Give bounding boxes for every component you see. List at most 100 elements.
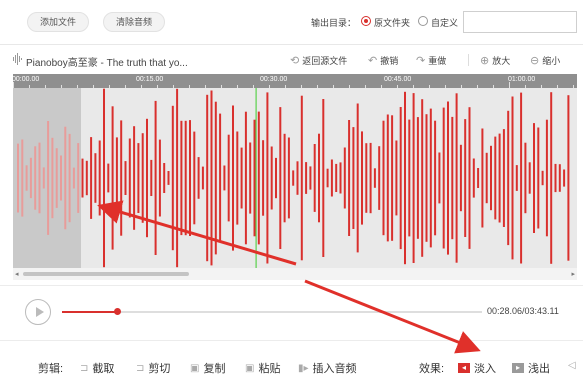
- progress-slider[interactable]: [62, 308, 482, 315]
- waveform-bar: [442, 107, 445, 249]
- waveform-bar: [146, 118, 148, 238]
- waveform-bar: [266, 92, 269, 264]
- edit-label: 剪辑:: [38, 363, 64, 375]
- waveform-bar: [494, 136, 497, 220]
- zoom-in-button[interactable]: ⊕ 放大: [480, 53, 510, 67]
- redo-button[interactable]: ↷ 重做: [416, 53, 446, 67]
- top-toolbar: 添加文件 清除音频 输出目录： 原文件夹 自定义: [0, 0, 583, 44]
- waveform-bar: [468, 107, 471, 249]
- fade-in-label: 淡入: [474, 363, 496, 375]
- waveform-bar: [21, 139, 24, 217]
- revert-icon: ⟲: [290, 54, 300, 67]
- waveform-bar: [210, 90, 213, 266]
- crop-label: 截取: [92, 363, 115, 375]
- waveform-bar: [438, 152, 441, 204]
- waveform-bar: [524, 142, 527, 214]
- waveform-bar: [176, 88, 179, 268]
- waveform-bar: [253, 119, 256, 237]
- waveform-bar: [227, 134, 230, 222]
- waveform-bar: [236, 131, 239, 225]
- fade-in-button[interactable]: ◂ 淡入: [458, 360, 496, 376]
- waveform-bar: [481, 128, 484, 228]
- zoom-out-label: 缩小: [542, 55, 561, 66]
- waveform-bar: [120, 120, 123, 236]
- insert-audio-label: 插入音频: [312, 363, 357, 375]
- add-file-button[interactable]: 添加文件: [27, 12, 90, 32]
- waveform-bar: [68, 133, 71, 223]
- timeline-tick-label: 00:15.00: [136, 76, 164, 83]
- waveform[interactable]: [13, 88, 577, 268]
- waveform-bar: [502, 129, 505, 227]
- scroll-right-icon[interactable]: ▸: [571, 270, 575, 278]
- waveform-bar: [533, 123, 535, 233]
- waveform-bar: [283, 133, 286, 223]
- horizontal-scrollbar[interactable]: ◂ ▸: [13, 268, 577, 280]
- timeline-tick-label: 00:00.00: [12, 76, 40, 83]
- waveform-bar: [348, 120, 351, 236]
- waveform-bar: [541, 170, 544, 186]
- redo-label: 重做: [428, 55, 447, 66]
- waveform-bar: [64, 126, 67, 230]
- waveform-bar: [257, 111, 260, 245]
- waveform-bar: [386, 114, 389, 242]
- waveform-bar: [472, 158, 475, 198]
- progress-fill: [62, 311, 117, 313]
- waveform-bar: [81, 158, 84, 198]
- volume-icon[interactable]: ◁: [568, 360, 576, 371]
- waveform-bar: [17, 143, 19, 213]
- undo-button[interactable]: ↶ 撤销: [368, 53, 398, 67]
- insert-audio-button[interactable]: ▮▸ 插入音频: [298, 360, 357, 376]
- timeline-ruler[interactable]: 00:00.00 00:15.00 00:30.00 00:45.00 01:00.00: [12, 74, 577, 88]
- playhead[interactable]: [255, 88, 257, 268]
- waveform-bar: [47, 121, 50, 235]
- copy-button[interactable]: ▣ 复制: [190, 360, 225, 376]
- waveform-bar: [305, 162, 308, 194]
- fade-out-button[interactable]: ▸ 浅出: [512, 360, 550, 376]
- progress-knob[interactable]: [113, 308, 121, 315]
- waveform-bar: [180, 120, 183, 236]
- waveform-bar: [201, 166, 204, 190]
- radio-custom[interactable]: [418, 16, 428, 26]
- waveform-bar: [322, 99, 325, 257]
- waveform-bar: [558, 164, 561, 192]
- waveform-bar: [25, 165, 28, 191]
- undo-label: 撤销: [380, 55, 399, 66]
- waveform-bar: [429, 108, 432, 248]
- waveform-bar: [85, 160, 88, 196]
- effects-label: 效果:: [419, 363, 445, 375]
- waveform-bar: [365, 143, 368, 213]
- waveform-bar: [128, 138, 131, 218]
- output-dir-label: 输出目录：: [311, 18, 357, 28]
- radio-original-folder[interactable]: [361, 16, 371, 26]
- waveform-bar: [412, 93, 415, 263]
- waveform-bar: [249, 142, 252, 214]
- play-button[interactable]: [25, 299, 51, 325]
- waveform-bar: [189, 120, 191, 236]
- waveform-bar: [520, 92, 523, 264]
- waveform-bar: [451, 116, 454, 240]
- crop-button[interactable]: ⊐ 截取: [80, 360, 114, 376]
- waveform-bar: [158, 139, 161, 217]
- timeline-tick-label: 00:45.00: [384, 76, 412, 83]
- waveform-bar: [318, 133, 320, 223]
- waveform-bar: [240, 147, 243, 209]
- waveform-bar: [300, 95, 303, 261]
- waveform-bar: [313, 144, 316, 212]
- output-path-input[interactable]: [463, 11, 577, 33]
- waveform-bar: [309, 166, 312, 190]
- zoom-out-button[interactable]: ⊖ 缩小: [530, 53, 560, 67]
- clear-audio-button[interactable]: 清除音频: [103, 12, 166, 32]
- waveform-bar: [223, 165, 226, 191]
- cut-button[interactable]: ⊐ 剪切: [136, 360, 170, 376]
- waveform-bar: [490, 145, 492, 211]
- waveform-bar: [193, 131, 196, 225]
- zoom-in-icon: ⊕: [480, 54, 490, 67]
- waveform-bar: [425, 114, 428, 242]
- waveform-bar: [34, 146, 37, 210]
- scrollbar-thumb[interactable]: [23, 272, 189, 276]
- waveform-bar: [554, 163, 557, 193]
- scroll-left-icon[interactable]: ◂: [15, 270, 19, 278]
- revert-button[interactable]: ⟲ 返回源文件: [290, 53, 347, 67]
- waveform-bar: [38, 142, 41, 214]
- paste-button[interactable]: ▣ 粘贴: [245, 360, 280, 376]
